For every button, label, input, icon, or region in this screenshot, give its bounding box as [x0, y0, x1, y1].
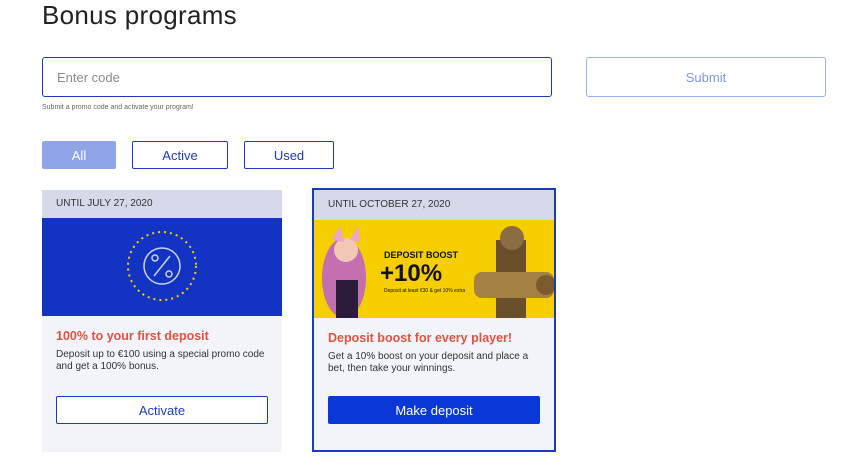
bonus-card-first-deposit: UNTIL JULY 27, 2020 100% to your first d…: [42, 190, 282, 452]
activate-button[interactable]: Activate: [56, 396, 268, 424]
bonus-card-deposit-boost: UNTIL OCTOBER 27, 2020 DEPOSIT BOOST +10…: [312, 188, 556, 452]
banner-value: +10%: [380, 260, 443, 287]
make-deposit-button[interactable]: Make deposit: [328, 396, 540, 424]
percent-badge-icon: [127, 231, 197, 301]
card-description: Deposit up to €100 using a special promo…: [56, 349, 265, 372]
submit-button[interactable]: Submit: [586, 57, 826, 97]
page-title: Bonus programs: [42, 0, 237, 30]
promo-code-input[interactable]: [42, 57, 552, 97]
banner-heading: DEPOSIT BOOST: [384, 250, 459, 260]
banner-subtext: Deposit at least €30 & get 10% extra: [384, 288, 466, 294]
card-description: Get a 10% boost on your deposit and plac…: [328, 351, 529, 374]
filter-active-tab[interactable]: Active: [132, 141, 228, 169]
filter-all-tab[interactable]: All: [42, 141, 116, 169]
promo-hint: Submit a promo code and activate your pr…: [42, 104, 194, 111]
card-date: UNTIL JULY 27, 2020: [42, 190, 282, 218]
card-title: Deposit boost for every player!: [328, 331, 513, 345]
card-title: 100% to your first deposit: [56, 329, 209, 343]
card-date: UNTIL OCTOBER 27, 2020: [314, 190, 554, 220]
card-banner: [42, 218, 282, 316]
filter-used-tab[interactable]: Used: [244, 141, 334, 169]
card-banner: DEPOSIT BOOST +10% Deposit at least €30 …: [314, 220, 554, 318]
